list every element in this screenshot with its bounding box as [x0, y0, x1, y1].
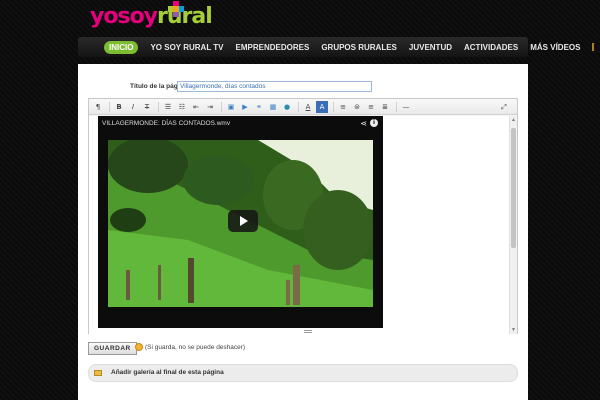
image-icon[interactable]: ▣ — [225, 101, 237, 113]
outdent-icon[interactable]: ⇤ — [190, 101, 202, 113]
text-background-icon[interactable]: A — [316, 100, 328, 113]
info-icon[interactable]: i — [370, 119, 378, 127]
italic-icon[interactable]: I — [127, 101, 139, 113]
horizontal-rule-icon[interactable]: — — [400, 101, 412, 113]
link-icon[interactable]: ⚭ — [253, 101, 265, 113]
toolbar-separator — [158, 101, 159, 112]
warning-icon — [135, 343, 143, 351]
logo-soy: soy — [117, 4, 158, 29]
page-title-input[interactable] — [177, 81, 372, 92]
scroll-thumb[interactable] — [511, 128, 516, 248]
align-right-icon[interactable]: ≡ — [365, 101, 377, 113]
title-row: Título de la página: — [78, 81, 528, 95]
add-gallery-label: Añadir galería al final de esta página — [111, 369, 224, 376]
nav-juventud[interactable]: JUVENTUD — [409, 43, 452, 52]
toolbar-separator — [396, 101, 397, 112]
video-thumbnail — [108, 140, 373, 307]
toolbar-separator — [221, 101, 222, 112]
scroll-down-icon[interactable]: ▼ — [511, 327, 516, 333]
share-icon[interactable]: ⋖ — [360, 119, 367, 128]
text-color-icon[interactable]: A — [302, 101, 314, 113]
nav-emprendedores[interactable]: EMPRENDEDORES — [236, 43, 310, 52]
fullscreen-icon[interactable]: ⤢ — [498, 101, 510, 113]
editor-toolbar: ¶ B I T ☰ ☷ ⇤ ⇥ ▣ ▶ ⚭ ▦ ● A A ≡ ⊜ ≡ ≣ — — [89, 99, 517, 115]
paragraph-icon[interactable]: ¶ — [92, 101, 104, 113]
align-center-icon[interactable]: ⊜ — [351, 101, 363, 113]
logo-cross-icon — [168, 1, 184, 17]
logo-yo: yo — [90, 4, 118, 29]
embedded-video[interactable]: VILLAGERMONDE: DÍAS CONTADOS.wmv ⋖ i — [98, 116, 383, 328]
video-title: VILLAGERMONDE: DÍAS CONTADOS.wmv — [102, 120, 231, 127]
logo-rural: rural — [157, 4, 213, 29]
folder-icon — [94, 370, 102, 376]
toolbar-separator — [109, 101, 110, 112]
editor-scrollbar[interactable]: ▲ ▼ — [509, 116, 517, 334]
bulleted-list-icon[interactable]: ☰ — [162, 101, 174, 113]
save-button[interactable]: GUARDAR — [88, 342, 137, 355]
nav-mas-videos[interactable]: MÁS VÍDEOS — [530, 43, 580, 52]
save-row: GUARDAR (Si guarda, no se puede deshacer… — [88, 342, 518, 356]
editor-content[interactable]: VILLAGERMONDE: DÍAS CONTADOS.wmv ⋖ i — [89, 116, 511, 334]
add-gallery-bar[interactable]: Añadir galería al final de esta página — [88, 364, 518, 382]
edit-page-panel: Título de la página: ¶ B I T ☰ ☷ ⇤ ⇥ ▣ ▶… — [78, 64, 528, 400]
rich-text-editor: ¶ B I T ☰ ☷ ⇤ ⇥ ▣ ▶ ⚭ ▦ ● A A ≡ ⊜ ≡ ≣ — — [88, 98, 518, 334]
edit-icon[interactable] — [592, 43, 595, 51]
bold-icon[interactable]: B — [113, 101, 125, 113]
strikethrough-icon[interactable]: T — [141, 101, 153, 113]
resize-grip[interactable] — [304, 330, 312, 333]
scroll-up-icon[interactable]: ▲ — [511, 117, 516, 123]
align-justify-icon[interactable]: ≣ — [379, 101, 391, 113]
site-logo[interactable]: yosoyrural — [90, 1, 213, 29]
nav-yo-soy-rural-tv[interactable]: YO SOY RURAL TV — [150, 43, 223, 52]
nav-inicio[interactable]: INICIO — [104, 40, 139, 54]
nav-grupos-rurales[interactable]: GRUPOS RURALES — [321, 43, 397, 52]
align-left-icon[interactable]: ≡ — [337, 101, 349, 113]
video-icon[interactable]: ▶ — [239, 101, 251, 113]
main-navigation: INICIO YO SOY RURAL TV EMPRENDEDORES GRU… — [78, 37, 595, 57]
play-button[interactable] — [228, 210, 258, 232]
toolbar-separator — [298, 101, 299, 112]
nav-actividades[interactable]: ACTIVIDADES — [464, 43, 518, 52]
numbered-list-icon[interactable]: ☷ — [176, 101, 188, 113]
toolbar-separator — [333, 101, 334, 112]
special-char-icon[interactable]: ● — [281, 101, 293, 113]
table-icon[interactable]: ▦ — [267, 101, 279, 113]
save-note: (Si guarda, no se puede deshacer) — [145, 344, 246, 351]
indent-icon[interactable]: ⇥ — [204, 101, 216, 113]
